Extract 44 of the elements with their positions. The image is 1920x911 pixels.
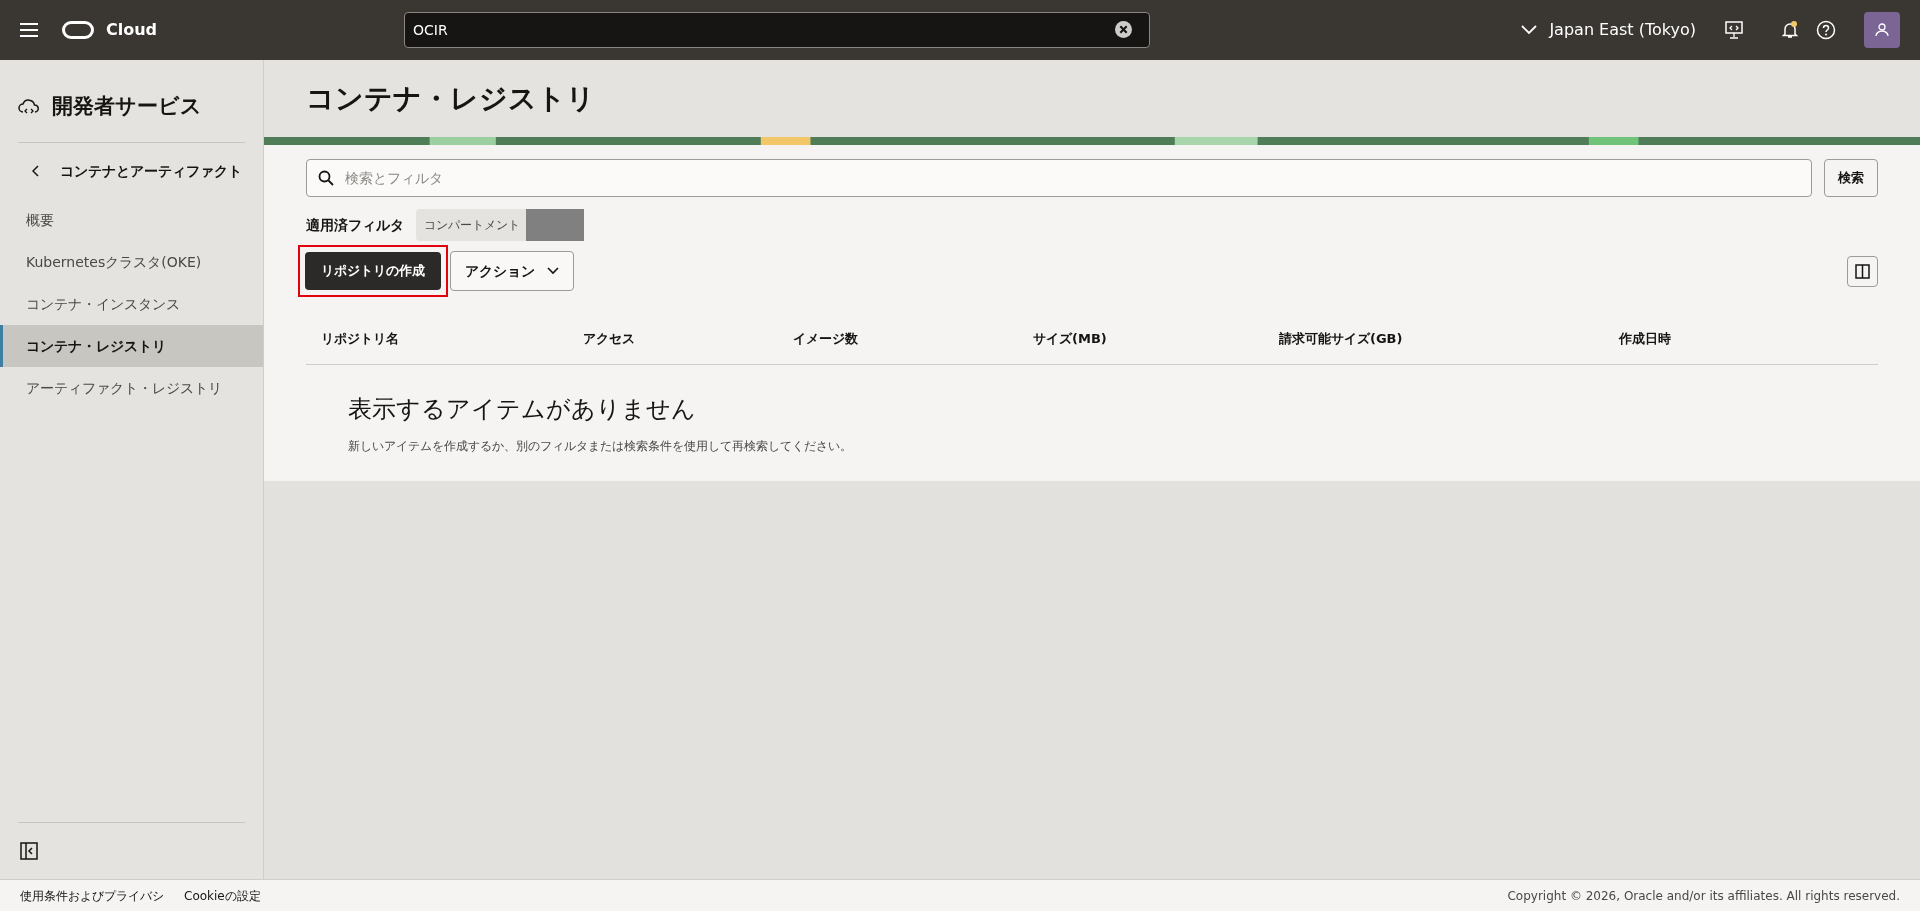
- empty-state-message: 新しいアイテムを作成するか、別のフィルタまたは検索条件を使用して再検索してください。: [348, 438, 853, 455]
- chevron-down-icon[interactable]: [1521, 25, 1538, 35]
- monitor-code-icon[interactable]: [1724, 20, 1744, 40]
- collapse-panel-icon[interactable]: [20, 842, 38, 860]
- help-icon[interactable]: [1816, 20, 1836, 40]
- clear-icon[interactable]: [1115, 21, 1133, 38]
- search-field[interactable]: OCIR: [404, 12, 1151, 48]
- column-header[interactable]: サイズ(MB): [1033, 330, 1107, 346]
- back-link[interactable]: コンテナとアーティファクト: [0, 143, 263, 199]
- search-button[interactable]: 検索: [1824, 159, 1878, 197]
- search-icon: [318, 170, 334, 186]
- columns-toggle-button[interactable]: [1847, 255, 1878, 287]
- logo-icon[interactable]: [62, 21, 94, 39]
- chevron-down-icon: [547, 267, 559, 275]
- actions-button[interactable]: アクション: [450, 251, 574, 291]
- copyright-text: Copyright © 2026, Oracle and/or its affiliates. All rights reserved.: [1507, 887, 1900, 905]
- sidebar-item[interactable]: Kubernetesクラスタ(OKE): [0, 241, 263, 283]
- column-header[interactable]: イメージ数: [793, 330, 858, 346]
- filter-search-field[interactable]: 検索とフィルタ: [306, 159, 1812, 197]
- column-header[interactable]: 請求可能サイズ(GB): [1279, 330, 1403, 346]
- menu-icon[interactable]: [20, 23, 38, 37]
- empty-state-title: 表示するアイテムがありません: [348, 394, 697, 425]
- bell-icon[interactable]: [1780, 20, 1800, 40]
- avatar[interactable]: [1864, 12, 1900, 48]
- footer-link[interactable]: Cookieの設定: [184, 886, 261, 905]
- sidebar-item[interactable]: コンテナ・インスタンス: [0, 283, 263, 325]
- create-repository-button[interactable]: リポジトリの作成: [305, 252, 441, 290]
- column-header[interactable]: 作成日時: [1619, 330, 1671, 346]
- columns-icon: [1855, 263, 1870, 279]
- column-header[interactable]: リポジトリ名: [321, 330, 399, 346]
- sidebar-title: 開発者サービス: [52, 93, 202, 121]
- sidebar-item[interactable]: 概要: [0, 199, 263, 241]
- region-selector[interactable]: Japan East (Tokyo): [1549, 18, 1696, 42]
- footer-link[interactable]: 使用条件およびプライバシ: [20, 886, 164, 905]
- sidebar-item[interactable]: コンテナ・レジストリ: [0, 325, 263, 367]
- chevron-left-icon: [32, 165, 40, 177]
- page-title: コンテナ・レジストリ: [306, 80, 595, 117]
- column-header[interactable]: アクセス: [583, 330, 635, 346]
- brand-name: Cloud: [106, 19, 158, 41]
- filter-chip[interactable]: コンパートメント: [416, 209, 584, 241]
- sidebar-item[interactable]: アーティファクト・レジストリ: [0, 367, 263, 409]
- person-icon: [1875, 23, 1889, 37]
- cloud-code-icon: [18, 98, 40, 116]
- applied-filters-label: 適用済フィルタ: [306, 215, 404, 235]
